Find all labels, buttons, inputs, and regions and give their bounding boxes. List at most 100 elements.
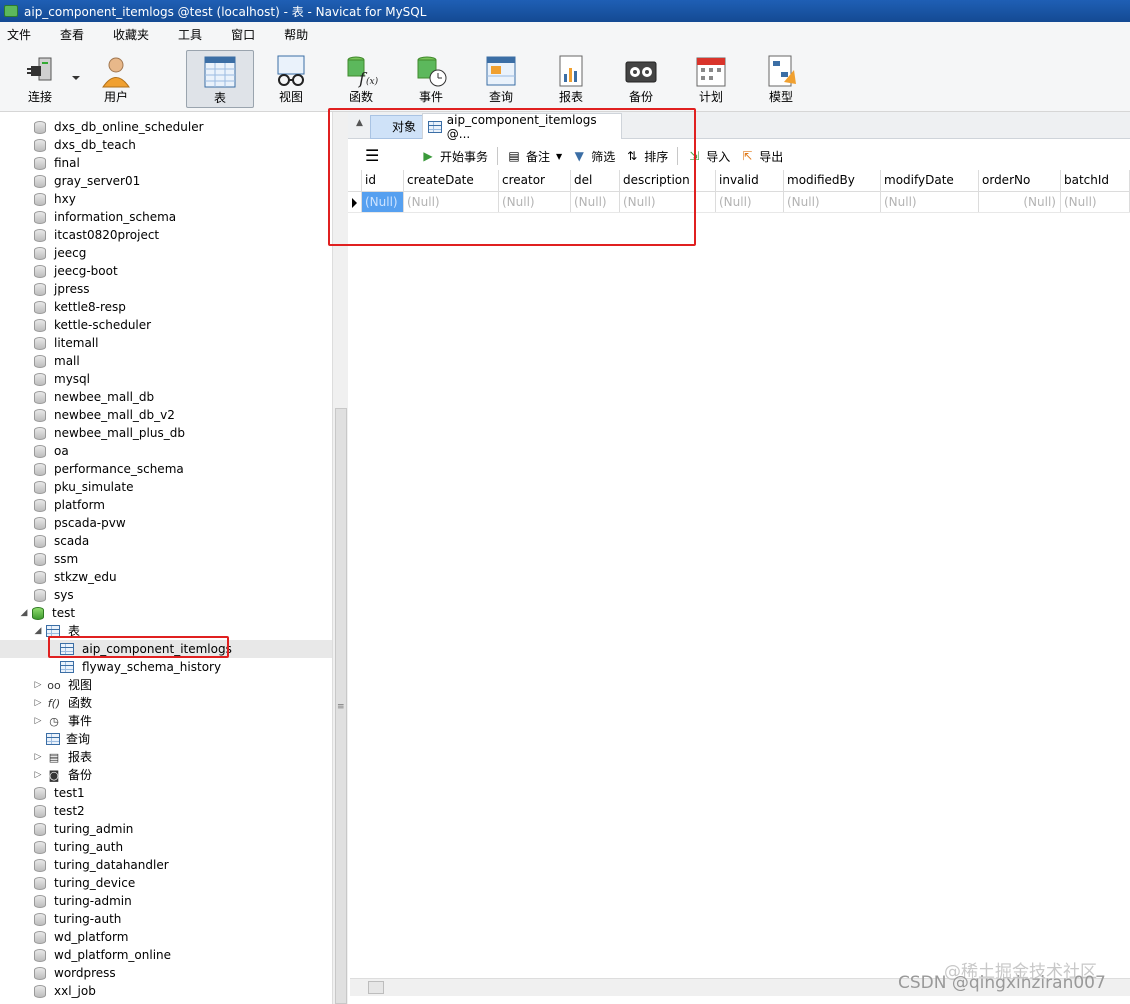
tree-item-database[interactable]: wd_platform <box>34 928 128 946</box>
tree-item-database[interactable]: newbee_mall_db_v2 <box>34 406 175 424</box>
folder-label: 事件 <box>68 714 93 728</box>
connection-button[interactable]: 连接 <box>6 50 74 108</box>
function-button[interactable]: f (x) 函数 <box>327 50 395 108</box>
column-header-orderNo[interactable]: orderNo <box>979 170 1061 191</box>
menu-window[interactable]: 窗口 <box>224 26 267 43</box>
tree-item-database[interactable]: turing-auth <box>34 910 121 928</box>
menu-favorites[interactable]: 收藏夹 <box>106 26 161 43</box>
database-icon <box>34 408 46 422</box>
database-icon <box>34 444 46 458</box>
event-button[interactable]: 事件 <box>397 50 465 108</box>
cell-orderNo[interactable]: (Null) <box>979 192 1061 212</box>
glasses-icon: oo <box>47 678 61 692</box>
tree-item-database[interactable]: jpress <box>34 280 90 298</box>
database-icon <box>34 894 46 908</box>
report-button[interactable]: 报表 <box>537 50 605 108</box>
expand-icon[interactable]: ▷ <box>32 694 44 712</box>
cell-batchId[interactable]: (Null) <box>1061 192 1130 212</box>
tree-item-database[interactable]: turing_datahandler <box>34 856 169 874</box>
expand-icon[interactable]: ▷ <box>32 766 44 784</box>
database-icon <box>34 372 46 386</box>
view-button[interactable]: 视图 <box>257 50 325 108</box>
model-button[interactable]: 模型 <box>747 50 815 108</box>
tree-item-database[interactable]: stkzw_edu <box>34 568 117 586</box>
tree-item-database[interactable]: mysql <box>34 370 90 388</box>
tree-item-test[interactable]: ◢ test <box>18 604 76 622</box>
expand-icon[interactable]: ▷ <box>32 712 44 730</box>
tree-item-database[interactable]: turing-admin <box>34 892 132 910</box>
tree-item-database[interactable]: xxl_job <box>34 982 96 1000</box>
tree-item-database[interactable]: wordpress <box>34 964 116 982</box>
event-icon <box>414 54 448 88</box>
export-button[interactable]: ⇱ 导出 <box>735 144 788 168</box>
tree-item-database[interactable]: mall <box>34 352 80 370</box>
tree-item-database[interactable]: hxy <box>34 190 76 208</box>
column-header-modifiedBy[interactable]: modifiedBy <box>784 170 881 191</box>
database-icon <box>34 858 46 872</box>
database-label: kettle-scheduler <box>54 318 152 332</box>
tree-item-database[interactable]: turing_admin <box>34 820 133 838</box>
table-icon <box>203 55 237 89</box>
tree-folder-queries[interactable]: 查询 <box>46 730 90 748</box>
tree-item-database[interactable]: dxs_db_teach <box>34 136 136 154</box>
tree-item-database[interactable]: newbee_mall_plus_db <box>34 424 185 442</box>
menu-help[interactable]: 帮助 <box>277 26 320 43</box>
tree-item-database[interactable]: sys <box>34 586 74 604</box>
expand-icon[interactable]: ▷ <box>32 748 44 766</box>
tree-table-flyway-schema-history[interactable]: flyway_schema_history <box>60 658 221 676</box>
user-button[interactable]: 用户 <box>82 50 150 108</box>
tree-folder-backups[interactable]: ▷ ◙ 备份 <box>32 766 92 784</box>
tree-folder-views[interactable]: ▷ oo 视图 <box>32 676 92 694</box>
table-button[interactable]: 表 <box>186 50 254 108</box>
column-header-modifyDate[interactable]: modifyDate <box>881 170 979 191</box>
database-icon <box>34 948 46 962</box>
tree-item-database[interactable]: wd_platform_online <box>34 946 171 964</box>
database-label: ssm <box>54 552 79 566</box>
database-icon <box>34 498 46 512</box>
collapse-icon[interactable]: ◢ <box>32 622 44 640</box>
tree-item-database[interactable]: test2 <box>34 802 85 820</box>
cell-modifiedBy[interactable]: (Null) <box>784 192 881 212</box>
database-icon <box>34 984 46 998</box>
menu-file[interactable]: 文件 <box>0 26 43 43</box>
tree-folder-functions[interactable]: ▷ f() 函数 <box>32 694 92 712</box>
tree-item-database[interactable]: platform <box>34 496 105 514</box>
tree-item-database[interactable]: pscada-pvw <box>34 514 126 532</box>
tree-item-database[interactable]: kettle8-resp <box>34 298 126 316</box>
query-button[interactable]: 查询 <box>467 50 535 108</box>
tree-item-database[interactable]: performance_schema <box>34 460 184 478</box>
expand-icon[interactable]: ▷ <box>32 676 44 694</box>
folder-label: 备份 <box>68 768 93 782</box>
tree-item-database[interactable]: newbee_mall_db <box>34 388 154 406</box>
menu-view[interactable]: 查看 <box>53 26 96 43</box>
tree-item-database[interactable]: jeecg-boot <box>34 262 118 280</box>
tree-item-database[interactable]: dxs_db_online_scheduler <box>34 118 204 136</box>
schedule-button[interactable]: 计划 <box>677 50 745 108</box>
tree-item-database[interactable]: test1 <box>34 784 85 802</box>
connection-dropdown-icon[interactable] <box>72 76 80 80</box>
tree-item-database[interactable]: final <box>34 154 80 172</box>
tree-folder-events[interactable]: ▷ ◷ 事件 <box>32 712 92 730</box>
tree-item-database[interactable]: jeecg <box>34 244 86 262</box>
backup-button[interactable]: 备份 <box>607 50 675 108</box>
column-header-batchId[interactable]: batchId <box>1061 170 1130 191</box>
tree-item-database[interactable]: litemall <box>34 334 98 352</box>
tree-item-database[interactable]: ssm <box>34 550 78 568</box>
tree-item-database[interactable]: information_schema <box>34 208 176 226</box>
tree-item-database[interactable]: oa <box>34 442 69 460</box>
cell-modifyDate[interactable]: (Null) <box>881 192 979 212</box>
cell-invalid[interactable]: (Null) <box>716 192 784 212</box>
tree-item-database[interactable]: pku_simulate <box>34 478 133 496</box>
menu-tools[interactable]: 工具 <box>171 26 214 43</box>
tree-item-database[interactable]: gray_server01 <box>34 172 140 190</box>
scrollbar-thumb[interactable] <box>368 981 384 994</box>
tree-item-database[interactable]: kettle-scheduler <box>34 316 151 334</box>
tree-folder-reports[interactable]: ▷ ▤ 报表 <box>32 748 92 766</box>
tree-item-database[interactable]: itcast0820project <box>34 226 159 244</box>
tree-item-database[interactable]: turing_auth <box>34 838 123 856</box>
tree-item-database[interactable]: scada <box>34 532 89 550</box>
tree-item-database[interactable]: turing_device <box>34 874 135 892</box>
collapse-icon[interactable]: ◢ <box>18 604 30 622</box>
import-label: 导入 <box>706 149 731 164</box>
column-header-invalid[interactable]: invalid <box>716 170 784 191</box>
